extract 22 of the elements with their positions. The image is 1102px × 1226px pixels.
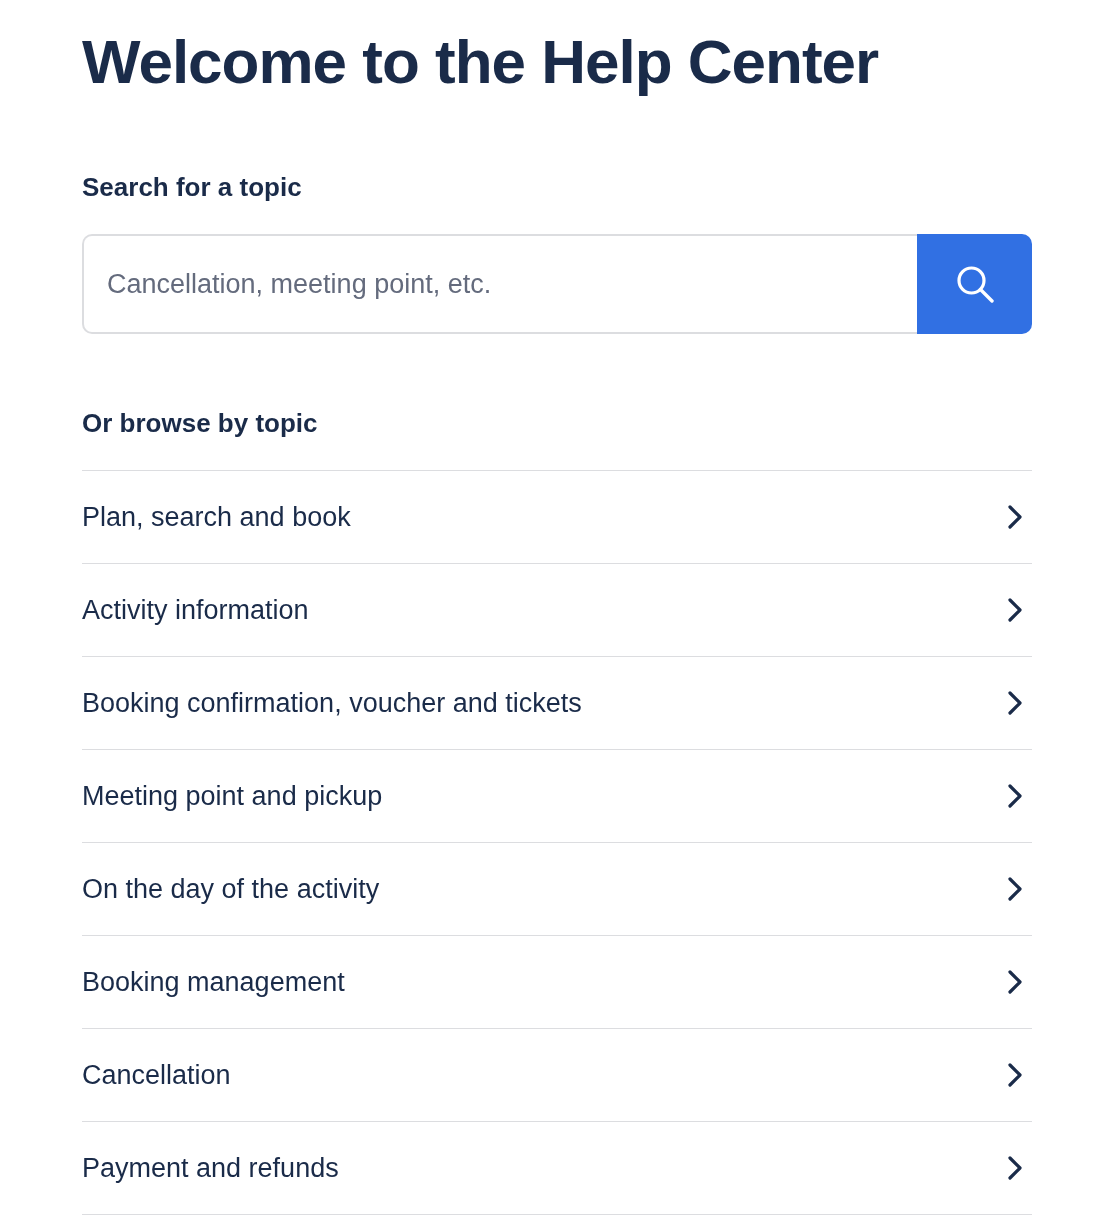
search-icon	[955, 265, 994, 303]
chevron-right-icon	[1008, 970, 1022, 994]
chevron-right-icon	[1008, 1063, 1022, 1087]
topic-link[interactable]: Payment and refunds	[82, 1122, 1032, 1214]
topic-link[interactable]: Meeting point and pickup	[82, 750, 1032, 842]
topic-link[interactable]: On the day of the activity	[82, 843, 1032, 935]
topic-link[interactable]: Plan, search and book	[82, 471, 1032, 563]
topic-link[interactable]: Booking management	[82, 936, 1032, 1028]
chevron-right-icon	[1008, 598, 1022, 622]
chevron-right-icon	[1008, 505, 1022, 529]
topic-link[interactable]: Cancellation	[82, 1029, 1032, 1121]
topic-link[interactable]: Activity information	[82, 564, 1032, 656]
search-label: Search for a topic	[82, 171, 302, 203]
search-button[interactable]	[917, 234, 1032, 334]
topic-link[interactable]: Booking confirmation, voucher and tickets	[82, 657, 1032, 749]
browse-heading: Or browse by topic	[82, 407, 318, 439]
chevron-right-icon	[1008, 691, 1022, 715]
search-field[interactable]: Cancellation, meeting point, etc.	[82, 234, 917, 334]
chevron-right-icon	[1008, 1156, 1022, 1180]
chevron-right-icon	[1008, 877, 1022, 901]
chevron-right-icon	[1008, 784, 1022, 808]
page-title: Welcome to the Help Center	[82, 26, 879, 98]
